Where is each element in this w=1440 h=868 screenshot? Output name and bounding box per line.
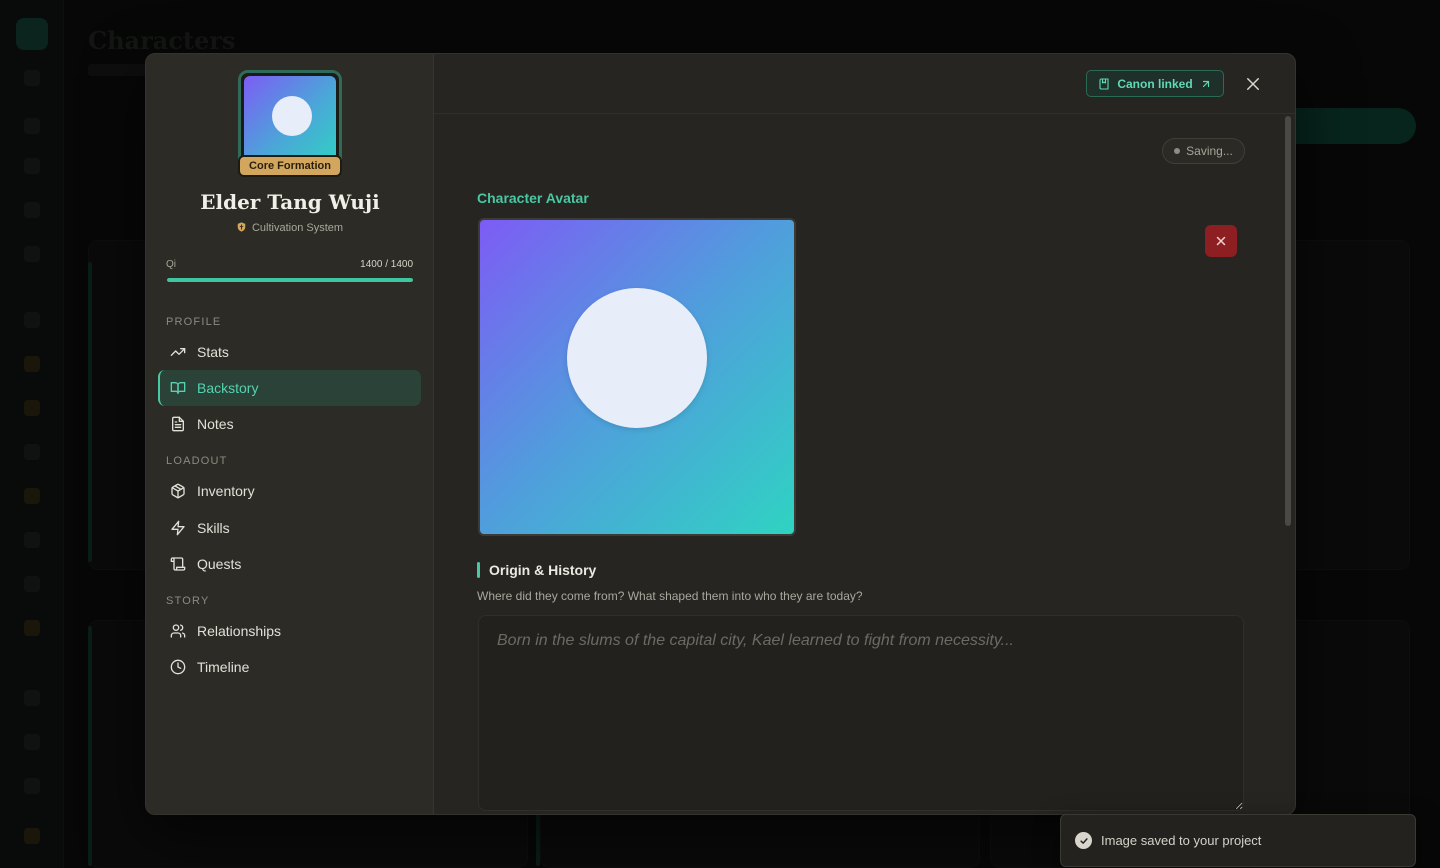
sidebar-item-label: Stats <box>197 344 229 360</box>
sidebar-item-timeline[interactable]: Timeline <box>158 649 421 685</box>
character-avatar-image[interactable] <box>478 218 796 536</box>
users-icon <box>170 624 186 638</box>
origin-title-label: Origin & History <box>489 562 597 578</box>
trending-up-icon <box>170 348 186 356</box>
section-label-loadout: LOADOUT <box>166 455 228 467</box>
sidebar-item-label: Relationships <box>197 623 282 639</box>
character-name: Elder Tang Wuji <box>200 190 380 214</box>
qi-progress-bar <box>167 278 413 282</box>
qi-progress-fill <box>167 278 413 282</box>
close-icon <box>1247 78 1259 90</box>
sidebar-item-label: Inventory <box>197 483 255 499</box>
bookmark-book-icon <box>1099 77 1109 90</box>
sidebar-item-label: Timeline <box>197 659 250 675</box>
qi-value: 1400 / 1400 <box>360 259 413 270</box>
clock-icon <box>170 659 186 675</box>
sidebar-item-quests[interactable]: Quests <box>158 546 421 582</box>
origin-section-title: Origin & History <box>477 561 596 579</box>
zap-icon <box>171 520 185 536</box>
sidebar-item-label: Skills <box>197 520 230 536</box>
content-scrollbar[interactable] <box>1285 116 1291 526</box>
status-dot-icon <box>1174 148 1181 154</box>
canon-linked-label: Canon linked <box>1117 76 1193 91</box>
section-accent-bar <box>477 562 480 578</box>
modal-content: Canon linked Saving... Character Avatar … <box>434 54 1295 814</box>
section-label-profile: PROFILE <box>166 316 222 328</box>
scroll-icon <box>170 557 186 571</box>
avatar-placeholder-circle <box>272 96 312 136</box>
check-circle-icon <box>1075 832 1092 849</box>
external-arrow-icon <box>1202 80 1209 87</box>
qi-label: Qi <box>166 259 176 270</box>
sidebar-item-inventory[interactable]: Inventory <box>158 473 421 509</box>
character-system-label: Cultivation System <box>251 222 344 234</box>
book-open-icon <box>170 382 186 394</box>
avatar-placeholder-circle <box>567 288 707 428</box>
canon-linked-button[interactable]: Canon linked <box>1086 70 1224 97</box>
close-modal-button[interactable] <box>1242 73 1264 95</box>
toast-notification: Image saved to your project <box>1060 814 1416 867</box>
sidebar-item-label: Backstory <box>197 380 259 396</box>
sidebar-item-notes[interactable]: Notes <box>158 406 421 442</box>
saving-status-label: Saving... <box>1186 144 1233 158</box>
file-text-icon <box>172 416 184 432</box>
saving-status: Saving... <box>1162 138 1245 164</box>
sidebar-item-label: Notes <box>197 416 234 432</box>
character-modal: Core Formation Elder Tang Wuji Cultivati… <box>145 53 1296 815</box>
sidebar-item-backstory[interactable]: Backstory <box>158 370 421 406</box>
toast-message: Image saved to your project <box>1101 833 1262 848</box>
origin-section-description: Where did they come from? What shaped th… <box>477 589 863 603</box>
sidebar-item-relationships[interactable]: Relationships <box>158 613 421 649</box>
origin-history-textarea[interactable] <box>478 615 1244 811</box>
modal-header: Canon linked <box>434 54 1295 114</box>
rank-badge: Core Formation <box>238 155 342 177</box>
remove-avatar-button[interactable] <box>1205 225 1237 257</box>
shield-icon <box>237 222 246 232</box>
package-icon <box>171 483 185 499</box>
avatar-section-title: Character Avatar <box>477 190 589 206</box>
character-system: Cultivation System <box>146 222 434 234</box>
sidebar-item-label: Quests <box>197 556 242 572</box>
character-sidebar: Core Formation Elder Tang Wuji Cultivati… <box>146 54 434 814</box>
section-label-story: STORY <box>166 595 210 607</box>
sidebar-item-stats[interactable]: Stats <box>158 334 421 370</box>
sidebar-item-skills[interactable]: Skills <box>158 510 421 546</box>
close-icon <box>1216 236 1226 246</box>
